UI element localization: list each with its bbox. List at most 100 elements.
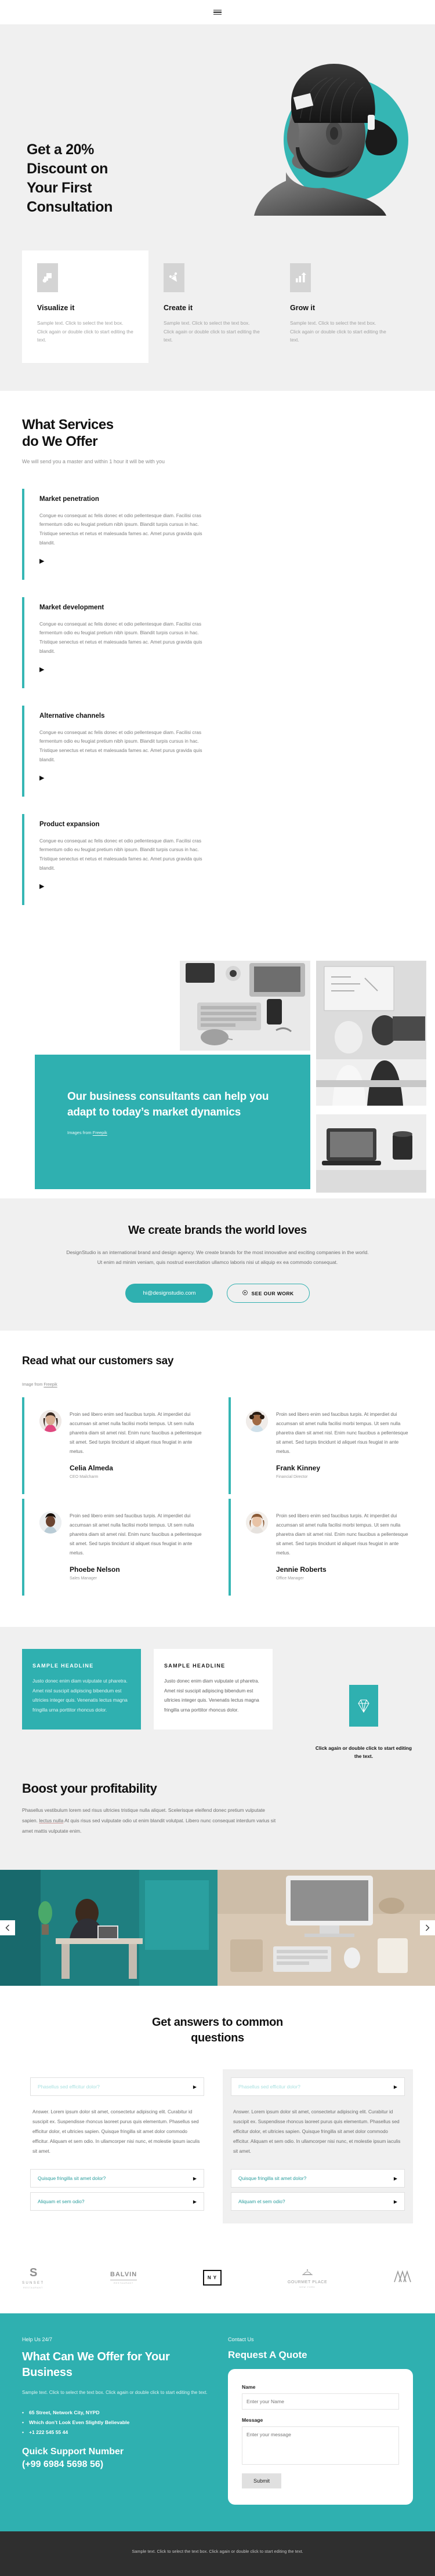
faq-column-plain: Phasellus sed efficitur dolor? ▶ Answer.… (22, 2069, 212, 2223)
logo-mark: BALVIN (110, 2271, 137, 2279)
bar-chart-growth-icon (290, 263, 311, 292)
footer-subtitle: Sample text. Click to select the text bo… (22, 2390, 208, 2396)
quick-support-number: (+99 6984 5698 56) (22, 2459, 104, 2469)
feature-title: Create it (164, 304, 193, 312)
quick-support-label: Quick Support Number (22, 2447, 124, 2457)
name-field[interactable] (241, 2393, 399, 2410)
faq-question-closed[interactable]: Aliquam et sem odio? ▶ (231, 2192, 405, 2211)
testimonial-role: Financial Director (276, 1474, 308, 1479)
service-title: Market penetration (39, 495, 99, 503)
chevron-left-icon (5, 1924, 9, 1931)
play-arrow-icon[interactable]: ▶ (39, 557, 208, 565)
hero-section: Get a 20% Discount on Your First Consultati… (0, 24, 435, 250)
boost-text-link[interactable]: lectus nulla (39, 1818, 63, 1823)
hero-portrait-photo (254, 64, 397, 216)
logo-sunset: S SUNSET RESTAURANT (22, 2266, 44, 2289)
brands-cta-section: We create brands the world loves DesignS… (0, 1198, 435, 1331)
gem-block: Click again or double click to start edi… (314, 1649, 413, 1761)
play-arrow-icon: ▶ (193, 2175, 197, 2181)
logo-ny: N Y (202, 2270, 222, 2286)
contact-email-button[interactable]: hi@designstudio.com (125, 1284, 213, 1303)
feature-title: Visualize it (37, 304, 75, 312)
hamburger-menu-icon[interactable] (213, 9, 222, 15)
slide-office-photo (0, 1870, 217, 1986)
faq-column-shaded: Phasellus sed efficitur dolor? ▶ Answer.… (223, 2069, 413, 2224)
logo-gourmet-place: GOURMET PLACE NEW YORK (288, 2268, 327, 2288)
site-header (0, 0, 435, 24)
page-title: Get a 20% Discount on Your First Consultati… (27, 141, 113, 215)
image-slider (0, 1870, 435, 1986)
quote-credit-prefix: Images from (67, 1129, 93, 1135)
services-title-line1: What Services (22, 417, 114, 433)
service-item[interactable]: Market development Congue eu consequat a… (22, 597, 208, 688)
logo-balvin: BALVIN RESTAURANT (110, 2271, 137, 2284)
feature-card-visualize[interactable]: Visualize it Sample text. Click to selec… (22, 250, 148, 364)
logo-name: SUNSET (22, 2281, 45, 2286)
submit-button[interactable]: Submit (241, 2473, 281, 2489)
service-text: Congue eu consequat ac felis donec et od… (39, 620, 202, 654)
sample-headline: SAMPLE HEADLINE (32, 1662, 94, 1669)
sample-headline: SAMPLE HEADLINE (164, 1662, 226, 1669)
message-field[interactable] (241, 2426, 399, 2465)
footer-contact-item: 65 Street, Network City, NYPD (22, 2410, 213, 2415)
faq-title-line2: questions (191, 2032, 244, 2045)
service-title: Market development (39, 604, 104, 611)
play-arrow-icon[interactable]: ▶ (39, 774, 208, 782)
testimonial-card: Proin sed libero enim sed faucibus turpi… (22, 1397, 206, 1494)
request-quote-form: Name Message Submit (227, 2369, 413, 2505)
avatar (39, 1410, 61, 1433)
brands-title: We create brands the world loves (128, 1223, 307, 1237)
cloche-icon (288, 2268, 327, 2278)
sample-card-white: SAMPLE HEADLINE Justo donec enim diam vu… (153, 1648, 273, 1730)
slider-next-button[interactable] (420, 1920, 435, 1936)
sample-card-teal: SAMPLE HEADLINE Justo donec enim diam vu… (22, 1648, 141, 1730)
faq-question-open[interactable]: Phasellus sed efficitur dolor? ▶ (30, 2077, 204, 2097)
service-text: Congue eu consequat ac felis donec et od… (39, 837, 202, 871)
faq-question-closed[interactable]: Quisque fringilla sit amet dolor? ▶ (231, 2169, 405, 2188)
play-arrow-icon[interactable]: ▶ (39, 666, 208, 673)
faq-question-open[interactable]: Phasellus sed efficitur dolor? ▶ (231, 2077, 405, 2097)
faq-question-closed[interactable]: Aliquam et sem odio? ▶ (30, 2192, 204, 2211)
testimonials-title: Read what our customers say (22, 1355, 174, 1368)
diamond-icon (349, 1684, 378, 1727)
desk-workspace-photo (180, 960, 310, 1051)
credit-link[interactable]: Freepik (44, 1383, 57, 1387)
faq-title-line1: Get answers to common (152, 2016, 283, 2029)
feature-cards-section: Visualize it Sample text. Click to selec… (0, 250, 435, 391)
avatar (39, 1511, 61, 1534)
service-text: Congue eu consequat ac felis donec et od… (39, 729, 202, 762)
logo-mark: S (29, 2266, 37, 2280)
service-item[interactable]: Market penetration Congue eu consequat a… (22, 488, 208, 580)
shapes-icon (37, 263, 58, 292)
bottom-text: Sample text. Click to select the text bo… (132, 2549, 303, 2555)
testimonial-name: Frank Kinney (276, 1463, 321, 1472)
testimonial-card: Proin sed libero enim sed faucibus turpi… (229, 1397, 413, 1494)
feature-card-grow[interactable]: Grow it Sample text. Click to select the… (275, 250, 401, 363)
feature-title: Grow it (290, 304, 316, 312)
play-arrow-icon: ▶ (193, 2084, 197, 2090)
quote-heading: Our business consultants can help you ad… (67, 1090, 269, 1118)
faq-question-label: Phasellus sed efficitur dolor? (38, 2084, 100, 2090)
boost-section: Boost your profitability Phasellus vesti… (0, 1760, 435, 1870)
feature-card-create[interactable]: Create it Sample text. Click to select t… (148, 250, 275, 363)
feature-text: Sample text. Click to select the text bo… (164, 320, 260, 343)
faq-question-closed[interactable]: Quisque fringilla sit amet dolor? ▶ (30, 2169, 204, 2188)
service-item[interactable]: Product expansion Congue eu consequat ac… (22, 813, 208, 905)
laptop-coffee-photo (316, 1114, 426, 1193)
mountain-icon (394, 2270, 411, 2283)
chevron-right-icon (426, 1924, 430, 1931)
contact-title: Request A Quote (227, 2349, 307, 2361)
slider-prev-button[interactable] (0, 1920, 15, 1936)
boost-title: Boost your profitability (22, 1781, 157, 1796)
meeting-room-photo (316, 960, 426, 1106)
play-arrow-icon[interactable]: ▶ (39, 882, 208, 890)
testimonial-name: Jennie Roberts (276, 1565, 327, 1574)
quote-credit-link[interactable]: Freepik (93, 1130, 107, 1135)
faq-question-label: Quisque fringilla sit amet dolor? (238, 2175, 307, 2182)
landing-page: Get a 20% Discount on Your First Consultati… (0, 0, 435, 2576)
footer-section: Help Us 24/7 What Can We Offer for Your … (0, 2313, 435, 2532)
play-arrow-icon: ▶ (393, 2199, 397, 2204)
see-our-work-button[interactable]: SEE OUR WORK (227, 1284, 310, 1303)
services-title-line2: do We Offer (22, 434, 98, 450)
service-item[interactable]: Alternative channels Congue eu consequat… (22, 705, 208, 797)
